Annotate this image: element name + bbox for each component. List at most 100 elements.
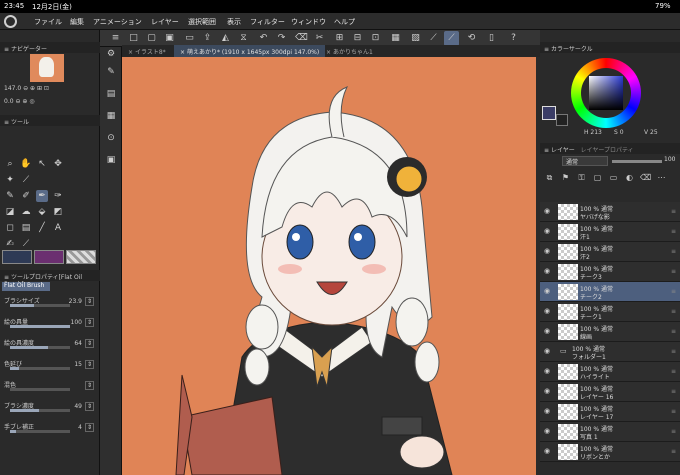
text-tool-icon[interactable]: A <box>52 222 64 234</box>
ruler-tool-icon[interactable]: ╱ <box>36 222 48 234</box>
property-slider[interactable] <box>10 304 70 307</box>
visibility-eye-icon[interactable]: ◉ <box>544 267 552 275</box>
menu-selection[interactable]: 選択範囲 <box>188 17 216 27</box>
magic-wand-icon[interactable]: ✦ <box>4 174 16 186</box>
property-stepper[interactable]: ⇕ <box>85 423 94 432</box>
layer-property-tab[interactable]: レイヤープロパティ <box>581 147 634 154</box>
save-icon[interactable]: ▣ <box>162 31 177 46</box>
transparent-color-chip[interactable] <box>66 250 96 264</box>
visibility-eye-icon[interactable]: ◉ <box>544 407 552 415</box>
drag-handle-icon[interactable]: ≡ <box>671 388 676 395</box>
menu-window[interactable]: ウィンドウ <box>291 17 326 27</box>
device-icon[interactable]: ▯ <box>484 31 499 46</box>
property-row[interactable]: 絵の具濃度 64 ⇕ <box>4 338 96 350</box>
gradient-tool-icon[interactable]: ◩ <box>52 206 64 218</box>
layer-row[interactable]: ◉ 100 % 通常 汗1 ≡ <box>540 222 680 242</box>
layer-row[interactable]: ◉ ▭ 100 % 通常 フォルダー1 ≡ <box>540 342 680 362</box>
opacity-value[interactable]: 100 <box>664 156 675 163</box>
layer-menu-icon[interactable]: ⋯ <box>656 172 667 183</box>
figure-tool-icon[interactable]: ◻ <box>4 222 16 234</box>
menu-help[interactable]: ヘルプ <box>334 17 355 27</box>
mask-icon[interactable]: ◐ <box>624 172 635 183</box>
layer-row[interactable]: ◉ 100 % 通常 チーク1 ≡ <box>540 302 680 322</box>
menu-edit[interactable]: 編集 <box>70 17 84 27</box>
property-slider[interactable] <box>10 325 70 328</box>
drag-handle-icon[interactable]: ≡ <box>671 428 676 435</box>
layer-row[interactable]: ◉ 100 % 通常 レイヤー 17 ≡ <box>540 402 680 422</box>
visibility-eye-icon[interactable]: ◉ <box>544 387 552 395</box>
drag-handle-icon[interactable]: ≡ <box>671 408 676 415</box>
visibility-eye-icon[interactable]: ◉ <box>544 347 552 355</box>
menu-filter[interactable]: フィルター <box>250 17 285 27</box>
visibility-eye-icon[interactable]: ◉ <box>544 447 552 455</box>
invert-selection-icon[interactable]: ▧ <box>408 31 423 46</box>
fill-tool-icon[interactable]: ⬙ <box>36 206 48 218</box>
cut-icon[interactable]: ✂ <box>312 31 327 46</box>
navigator-thumbnail[interactable] <box>30 54 64 82</box>
drag-handle-icon[interactable]: ≡ <box>671 208 676 215</box>
settings-icon[interactable]: ⚙ <box>104 47 118 61</box>
layer-row[interactable]: ◉ 100 % 通常 チーク3 ≡ <box>540 262 680 282</box>
property-slider[interactable] <box>10 409 70 412</box>
tab-illust8[interactable]: × イラスト8* <box>122 45 172 57</box>
layer-view-icon[interactable]: ▤ <box>104 87 118 101</box>
main-color-chip[interactable] <box>2 250 32 264</box>
visibility-eye-icon[interactable]: ◉ <box>544 307 552 315</box>
tab-akari-chan1[interactable]: × あかりちゃん1 <box>320 45 379 57</box>
visibility-eye-icon[interactable]: ◉ <box>544 367 552 375</box>
undo-icon[interactable]: ↶ <box>256 31 271 46</box>
arrow-tool-icon[interactable]: ↖ <box>36 158 48 170</box>
visibility-eye-icon[interactable]: ◉ <box>544 227 552 235</box>
property-row[interactable]: ブラシ濃度 49 ⇕ <box>4 401 96 413</box>
airbrush-tool-icon[interactable]: ✑ <box>52 190 64 202</box>
ruler-icon[interactable]: ⟋ <box>426 31 441 46</box>
eyedropper-icon[interactable]: ⟋ <box>20 174 32 186</box>
lock-icon[interactable]: ⚿ <box>576 172 587 183</box>
clear-icon[interactable]: ⌫ <box>294 31 309 46</box>
open-icon[interactable]: ▢ <box>144 31 159 46</box>
sub-color-chip[interactable] <box>34 250 64 264</box>
property-row[interactable]: 手ブレ補正 4 ⇕ <box>4 422 96 434</box>
zoom-tool-icon[interactable]: ⌕ <box>4 158 16 170</box>
pencil-tool-icon[interactable]: ✐ <box>20 190 32 202</box>
drag-handle-icon[interactable]: ≡ <box>671 308 676 315</box>
material-icon[interactable]: ▦ <box>104 109 118 123</box>
blend-tool-icon[interactable]: ☁ <box>20 206 32 218</box>
layer-panel-title[interactable]: レイヤー <box>551 147 575 154</box>
property-slider[interactable] <box>10 346 70 349</box>
property-slider[interactable] <box>10 367 70 370</box>
reference-icon[interactable]: ⚑ <box>560 172 571 183</box>
property-slider[interactable] <box>10 430 70 433</box>
transform-icon[interactable]: ⊞ <box>332 31 347 46</box>
select-all-icon[interactable]: ▦ <box>388 31 403 46</box>
drag-handle-icon[interactable]: ≡ <box>671 448 676 455</box>
property-slider[interactable] <box>10 388 70 391</box>
visibility-eye-icon[interactable]: ◉ <box>544 327 552 335</box>
export-icon[interactable]: ⇪ <box>200 31 215 46</box>
property-row[interactable]: 混色 ⇕ <box>4 380 96 392</box>
delete-layer-icon[interactable]: ⌫ <box>640 172 651 183</box>
clip-icon[interactable]: ⧉ <box>544 172 555 183</box>
drag-handle-icon[interactable]: ≡ <box>671 248 676 255</box>
drag-handle-icon[interactable]: ≡ <box>671 368 676 375</box>
frame-tool-icon[interactable]: ▤ <box>20 222 32 234</box>
menu-icon[interactable]: ≡ <box>108 31 123 46</box>
drag-handle-icon[interactable]: ≡ <box>671 228 676 235</box>
new-icon[interactable]: □ <box>126 31 141 46</box>
property-stepper[interactable]: ⇕ <box>85 297 94 306</box>
camera-icon[interactable]: ⊙ <box>104 131 118 145</box>
menu-file[interactable]: ファイル <box>34 17 62 27</box>
menu-animation[interactable]: アニメーション <box>93 17 142 27</box>
balloon-tool-icon[interactable]: ✍ <box>4 238 16 250</box>
deselect-icon[interactable]: ⊟ <box>350 31 365 46</box>
app-logo-icon[interactable] <box>4 15 17 28</box>
layer-row[interactable]: ◉ 100 % 通常 ヤバげな影 ≡ <box>540 202 680 222</box>
menu-layer[interactable]: レイヤー <box>151 17 179 27</box>
property-stepper[interactable]: ⇕ <box>85 381 94 390</box>
fill-icon[interactable]: ◭ <box>218 31 233 46</box>
opacity-slider[interactable] <box>612 160 662 163</box>
pen-pressure-icon[interactable]: ✎ <box>104 65 118 79</box>
blend-mode-select[interactable]: 通常 <box>562 156 608 166</box>
navigator-zoom[interactable]: 147.0 ⊖ ⊕ ⊞ ⊡ <box>4 85 49 92</box>
visibility-eye-icon[interactable]: ◉ <box>544 427 552 435</box>
